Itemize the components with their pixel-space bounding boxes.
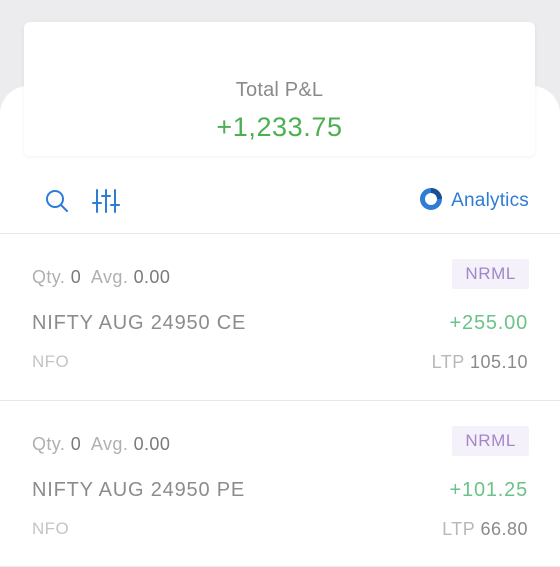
qty-label: Qty.: [32, 434, 66, 454]
positions-toolbar: Analytics: [0, 178, 560, 224]
avg-value: 0.00: [133, 267, 171, 287]
qty-avg-info: Qty. 0 Avg. 0.00: [32, 267, 170, 288]
instrument-name: NIFTY AUG 24950 CE: [32, 312, 247, 334]
product-badge: NRML: [452, 259, 529, 289]
instrument-name: NIFTY AUG 24950 PE: [32, 479, 246, 501]
total-pnl-value: +1,233.75: [216, 112, 343, 142]
position-row[interactable]: Qty. 0 Avg. 0.00 NRML NIFTY AUG 24950 CE…: [0, 234, 560, 400]
qty-avg-info: Qty. 0 Avg. 0.00: [32, 434, 170, 455]
total-pnl-card: Total P&L +1,233.75: [24, 22, 535, 156]
exchange-label: NFO: [32, 519, 70, 538]
avg-value: 0.00: [133, 434, 171, 454]
qty-value: 0: [70, 267, 82, 287]
position-pnl: +101.25: [449, 479, 528, 501]
ltp-label: LTP: [442, 519, 475, 539]
ltp-value: 66.80: [480, 519, 528, 539]
position-row[interactable]: Qty. 0 Avg. 0.00 NRML NIFTY AUG 24950 PE…: [0, 401, 560, 567]
exchange-label: NFO: [32, 352, 70, 371]
avg-label: Avg.: [90, 434, 129, 454]
product-badge: NRML: [452, 426, 529, 456]
search-icon[interactable]: [42, 186, 72, 216]
analytics-icon: [419, 187, 443, 216]
avg-label: Avg.: [90, 267, 129, 287]
ltp-info: LTP 66.80: [442, 519, 528, 540]
qty-value: 0: [70, 434, 82, 454]
ltp-info: LTP 105.10: [432, 352, 528, 373]
total-pnl-label: Total P&L: [235, 79, 324, 101]
ltp-label: LTP: [431, 352, 465, 372]
ltp-value: 105.10: [469, 352, 528, 372]
qty-label: Qty.: [32, 267, 66, 287]
sliders-icon[interactable]: [91, 186, 121, 216]
analytics-label: Analytics: [451, 190, 529, 211]
position-pnl: +255.00: [449, 312, 528, 334]
analytics-button[interactable]: Analytics: [419, 187, 529, 216]
